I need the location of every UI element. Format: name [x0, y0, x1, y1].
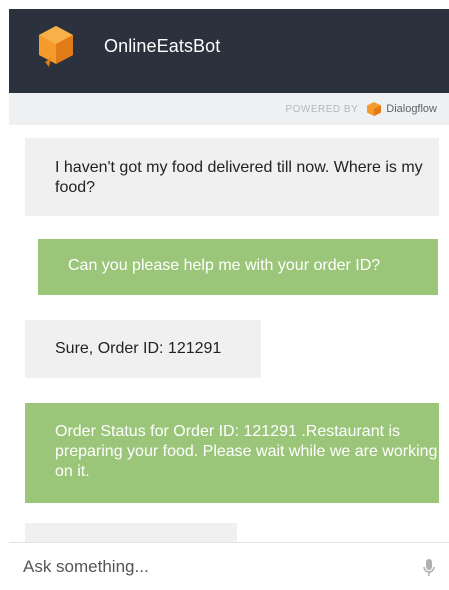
powered-by-bar: POWERED BY Dialogflow — [9, 93, 449, 125]
user-message — [25, 523, 237, 542]
dialogflow-link[interactable]: Dialogflow — [386, 103, 437, 115]
bot-title: OnlineEatsBot — [104, 36, 221, 56]
chat-messages[interactable]: I haven't got my food delivered till now… — [9, 125, 449, 542]
chat-header: OnlineEatsBot — [9, 9, 449, 93]
bot-message: Order Status for Order ID: 121291 .Resta… — [25, 403, 439, 503]
microphone-icon[interactable] — [422, 558, 436, 578]
user-message: I haven't got my food delivered till now… — [25, 138, 439, 216]
powered-by-label: POWERED BY — [285, 103, 359, 115]
bot-message: Can you please help me with your order I… — [38, 239, 438, 295]
message-input[interactable] — [23, 555, 403, 579]
dialogflow-icon — [367, 102, 382, 116]
message-input-bar — [9, 542, 449, 590]
user-message: Sure, Order ID: 121291 — [25, 320, 261, 378]
bot-logo-icon — [39, 26, 73, 67]
